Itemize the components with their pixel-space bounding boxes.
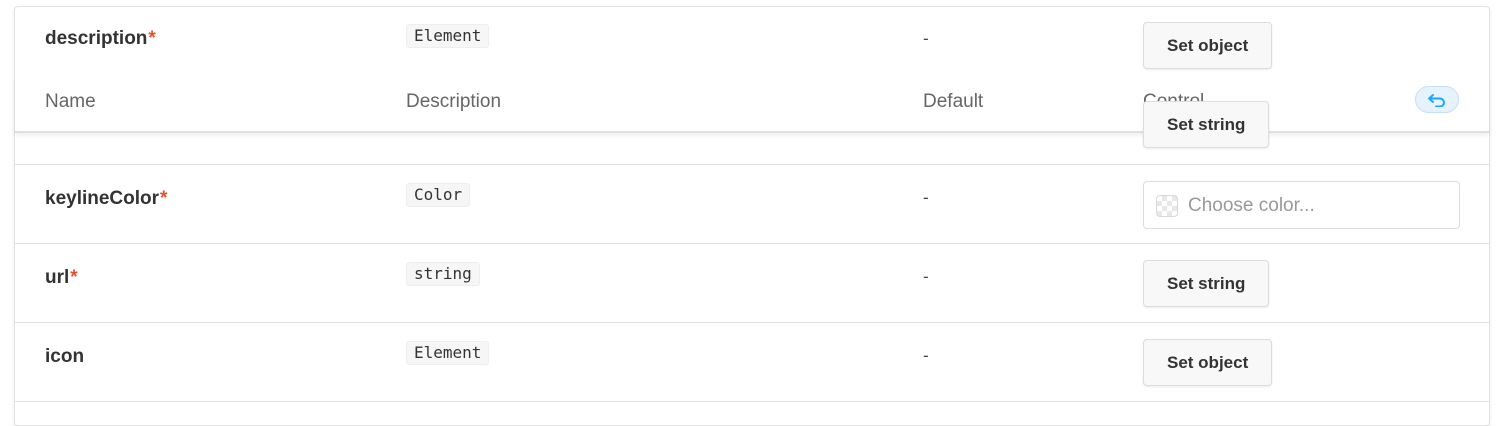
prop-default: - xyxy=(923,188,929,207)
required-indicator: * xyxy=(160,188,168,209)
set-string-button[interactable]: Set string xyxy=(1143,260,1270,307)
prop-name: description* xyxy=(45,28,156,49)
prop-default: - xyxy=(923,29,929,48)
set-object-button[interactable]: Set object xyxy=(1143,339,1273,386)
prop-name: keylineColor* xyxy=(45,188,168,209)
prop-type: Element xyxy=(406,341,490,365)
table-row xyxy=(15,401,1489,421)
undo-icon xyxy=(1428,93,1445,107)
prop-default: - xyxy=(923,346,929,365)
prop-type: Color xyxy=(406,183,471,207)
set-object-button[interactable]: Set object xyxy=(1143,22,1273,69)
transparent-swatch-icon[interactable] xyxy=(1156,195,1178,217)
required-indicator: * xyxy=(70,267,78,288)
header-default: Default xyxy=(923,91,984,112)
table-row-url: url* string - Set string xyxy=(15,243,1489,322)
header-description: Description xyxy=(406,91,502,112)
reset-button[interactable] xyxy=(1415,86,1459,113)
table-row-icon: icon Element - Set object xyxy=(15,322,1489,401)
props-table: description* Element - Set object Name D… xyxy=(14,6,1490,426)
color-picker-input[interactable]: Choose color... xyxy=(1143,181,1460,229)
prop-type: Element xyxy=(406,24,490,48)
required-indicator: * xyxy=(148,28,156,49)
table-row-keylinecolor: keylineColor* Color - Choose color... xyxy=(15,164,1489,243)
color-placeholder: Choose color... xyxy=(1188,195,1315,216)
prop-name: url* xyxy=(45,267,78,288)
prop-name: icon xyxy=(45,346,85,367)
prop-type: string xyxy=(406,262,480,286)
prop-default: - xyxy=(923,267,929,286)
set-string-button[interactable]: Set string xyxy=(1143,101,1270,148)
header-name: Name xyxy=(45,91,96,112)
